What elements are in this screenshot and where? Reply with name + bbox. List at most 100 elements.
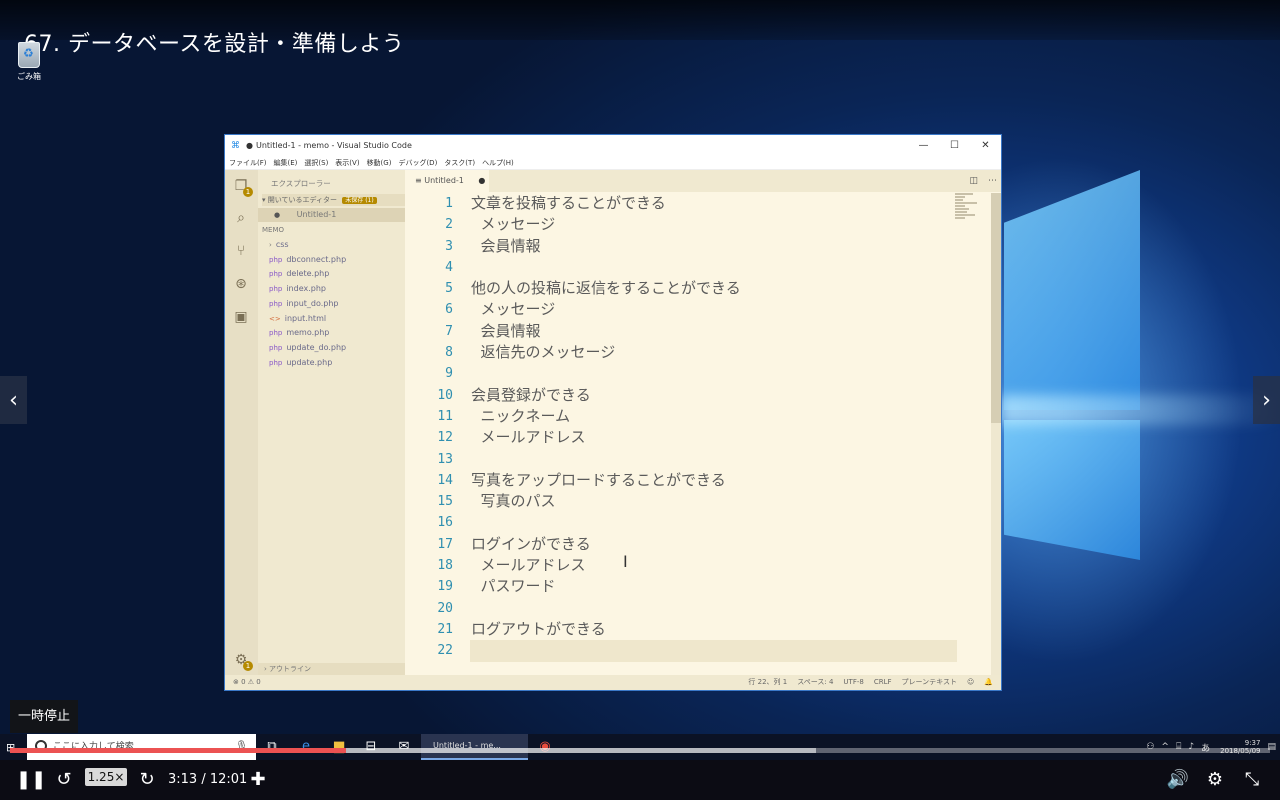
line-number: 3 <box>445 238 453 254</box>
source-control-icon[interactable]: ⑂ <box>233 243 249 259</box>
tab-untitled-1[interactable]: ≡ Untitled-1 ● <box>405 170 489 192</box>
more-actions-icon[interactable]: ⋯ <box>988 176 997 186</box>
windows-logo-pane <box>1004 420 1140 560</box>
explorer-title: エクスプローラー <box>271 179 331 188</box>
forward-icon[interactable]: ↻ <box>135 766 159 794</box>
settings-button[interactable]: ⚙ <box>1203 766 1227 794</box>
line-number: 2 <box>445 217 453 233</box>
code-line: 21 ログアウトができる <box>405 619 957 640</box>
status-item[interactable]: スペース: 4 <box>797 675 833 690</box>
line-text: パスワード <box>471 577 556 596</box>
line-number: 21 <box>437 621 453 637</box>
file-name: css <box>275 240 289 249</box>
chrome-icon[interactable]: ◉ <box>536 738 554 756</box>
status-item[interactable]: プレーンテキスト <box>902 675 957 690</box>
code-line: 6 メッセージ <box>405 299 957 320</box>
rewind-icon[interactable]: ↺ <box>52 766 76 794</box>
menu-item[interactable]: 編集(E) <box>274 156 298 169</box>
edge-icon[interactable]: e <box>297 738 315 756</box>
folder-section[interactable]: MEMO <box>262 224 405 236</box>
vscode-titlebar: ⌘ ● Untitled-1 - memo - Visual Studio Co… <box>225 135 1001 156</box>
open-editor-item[interactable]: ● Untitled-1 <box>258 208 405 222</box>
line-number: 1 <box>445 196 453 211</box>
playback-speed-button[interactable]: 1.25× <box>85 768 127 786</box>
next-lecture-button[interactable]: › <box>1253 376 1280 424</box>
file-tree-item[interactable]: php memo.php <box>269 326 329 340</box>
menu-item[interactable]: タスク(T) <box>444 156 475 169</box>
debug-icon[interactable]: ⊛ <box>233 276 249 292</box>
minimap[interactable] <box>955 193 985 233</box>
file-name: update.php <box>286 357 333 367</box>
bell-icon[interactable]: 🔔 <box>984 675 993 690</box>
file-tree-item[interactable]: › css <box>269 238 289 252</box>
editor-area: ≡ Untitled-1 ● ◫ ⋯ 1 文章を投稿することができる 2 メッセージ… <box>405 170 1001 676</box>
clock-time: 9:37 <box>1244 739 1261 747</box>
status-bar: ⊗ 0 ⚠ 0 行 22、列 1 スペース: 4 UTF-8 CRLF プレーンテキスト… <box>225 675 1001 690</box>
file-name: delete.php <box>286 269 330 279</box>
task-view-icon[interactable]: ⧉ <box>263 738 281 756</box>
line-number: 13 <box>437 451 453 467</box>
php-file-icon: php <box>269 285 283 294</box>
menu-item[interactable]: ヘルプ(H) <box>482 156 514 169</box>
menu-item[interactable]: 選択(S) <box>304 156 328 169</box>
exit-fullscreen-button[interactable]: ⤡ <box>1240 766 1264 794</box>
line-text: 他の人の投稿に返信をすることができる <box>471 279 741 298</box>
line-number: 4 <box>445 259 453 275</box>
played-bar <box>10 748 347 753</box>
unsaved-dot-icon[interactable]: ● <box>478 176 485 185</box>
minimize-button[interactable]: — <box>908 135 939 156</box>
file-tree-item[interactable]: <> input.html <box>269 312 326 326</box>
search-icon[interactable]: ⌕ <box>233 210 249 226</box>
file-tree-item[interactable]: php input_do.php <box>269 297 339 311</box>
pause-button[interactable]: ❚❚ <box>16 766 46 794</box>
code-line: 16 <box>405 512 957 533</box>
code-line: 4 <box>405 257 957 278</box>
line-text: 返信先のメッセージ <box>471 343 616 362</box>
menu-item[interactable]: ファイル(F) <box>229 156 267 169</box>
line-number: 22 <box>437 643 453 659</box>
menu-item[interactable]: 表示(V) <box>335 156 359 169</box>
split-editor-icon[interactable]: ◫ <box>969 176 978 186</box>
mail-icon[interactable]: ✉ <box>395 738 413 756</box>
taskbar-search[interactable]: ここに入力して検索 🎙 <box>27 734 256 760</box>
open-editors-section[interactable]: ▾ 開いているエディター 未保存 (1) <box>262 194 405 206</box>
video-progress-bar[interactable] <box>10 748 1270 753</box>
code-line: 18 メールアドレス <box>405 555 957 576</box>
outline-label: アウトライン <box>269 665 312 673</box>
file-tree-item[interactable]: php delete.php <box>269 267 329 281</box>
problems-status[interactable]: ⊗ 0 ⚠ 0 <box>233 675 261 690</box>
file-tree-item[interactable]: php dbconnect.php <box>269 253 346 267</box>
file-name: input_do.php <box>286 298 339 308</box>
microphone-icon[interactable]: 🎙 <box>235 734 248 760</box>
line-number: 8 <box>445 345 453 361</box>
windows-logo-pane <box>1004 170 1140 410</box>
status-item[interactable]: UTF-8 <box>843 675 863 690</box>
menu-item[interactable]: 移動(G) <box>367 156 392 169</box>
maximize-button[interactable]: ☐ <box>939 135 970 156</box>
code-line: 7 会員情報 <box>405 321 957 342</box>
file-explorer-icon[interactable]: ▆ <box>330 738 348 756</box>
code-editor[interactable]: 1 文章を投稿することができる 2 メッセージ 3 会員情報 4 5 他の人の投稿に返信をす… <box>405 193 957 662</box>
volume-button[interactable]: 🔊 <box>1166 766 1190 794</box>
close-button[interactable]: ✕ <box>970 135 1001 156</box>
status-item[interactable]: CRLF <box>874 675 892 690</box>
previous-lecture-button[interactable]: ‹ <box>0 376 27 424</box>
file-tree-item[interactable]: php update.php <box>269 356 332 370</box>
line-text: メッセージ <box>471 215 556 234</box>
file-name: input.html <box>284 313 327 323</box>
scrollbar-thumb[interactable] <box>991 193 1001 423</box>
recycle-bin[interactable]: ごみ箱 <box>12 42 46 82</box>
feedback-icon[interactable]: ☺ <box>967 675 974 690</box>
menu-item[interactable]: デバッグ(D) <box>398 156 437 169</box>
status-right: 行 22、列 1 スペース: 4 UTF-8 CRLF プレーンテキスト ☺ 🔔 <box>738 675 993 690</box>
tab-bar: ≡ Untitled-1 ● ◫ ⋯ <box>405 170 1001 192</box>
extensions-icon[interactable]: ▣ <box>233 309 249 325</box>
file-tree-item[interactable]: php index.php <box>269 282 326 296</box>
bookmark-add-icon[interactable]: ✚ <box>246 766 270 794</box>
store-icon[interactable]: ⊟ <box>362 738 380 756</box>
status-item[interactable]: 行 22、列 1 <box>748 675 787 690</box>
taskbar-vscode-app[interactable]: Untitled-1 - me... <box>421 734 528 760</box>
php-file-icon: php <box>269 299 283 308</box>
line-number: 17 <box>437 536 453 552</box>
file-tree-item[interactable]: php update_do.php <box>269 341 346 355</box>
